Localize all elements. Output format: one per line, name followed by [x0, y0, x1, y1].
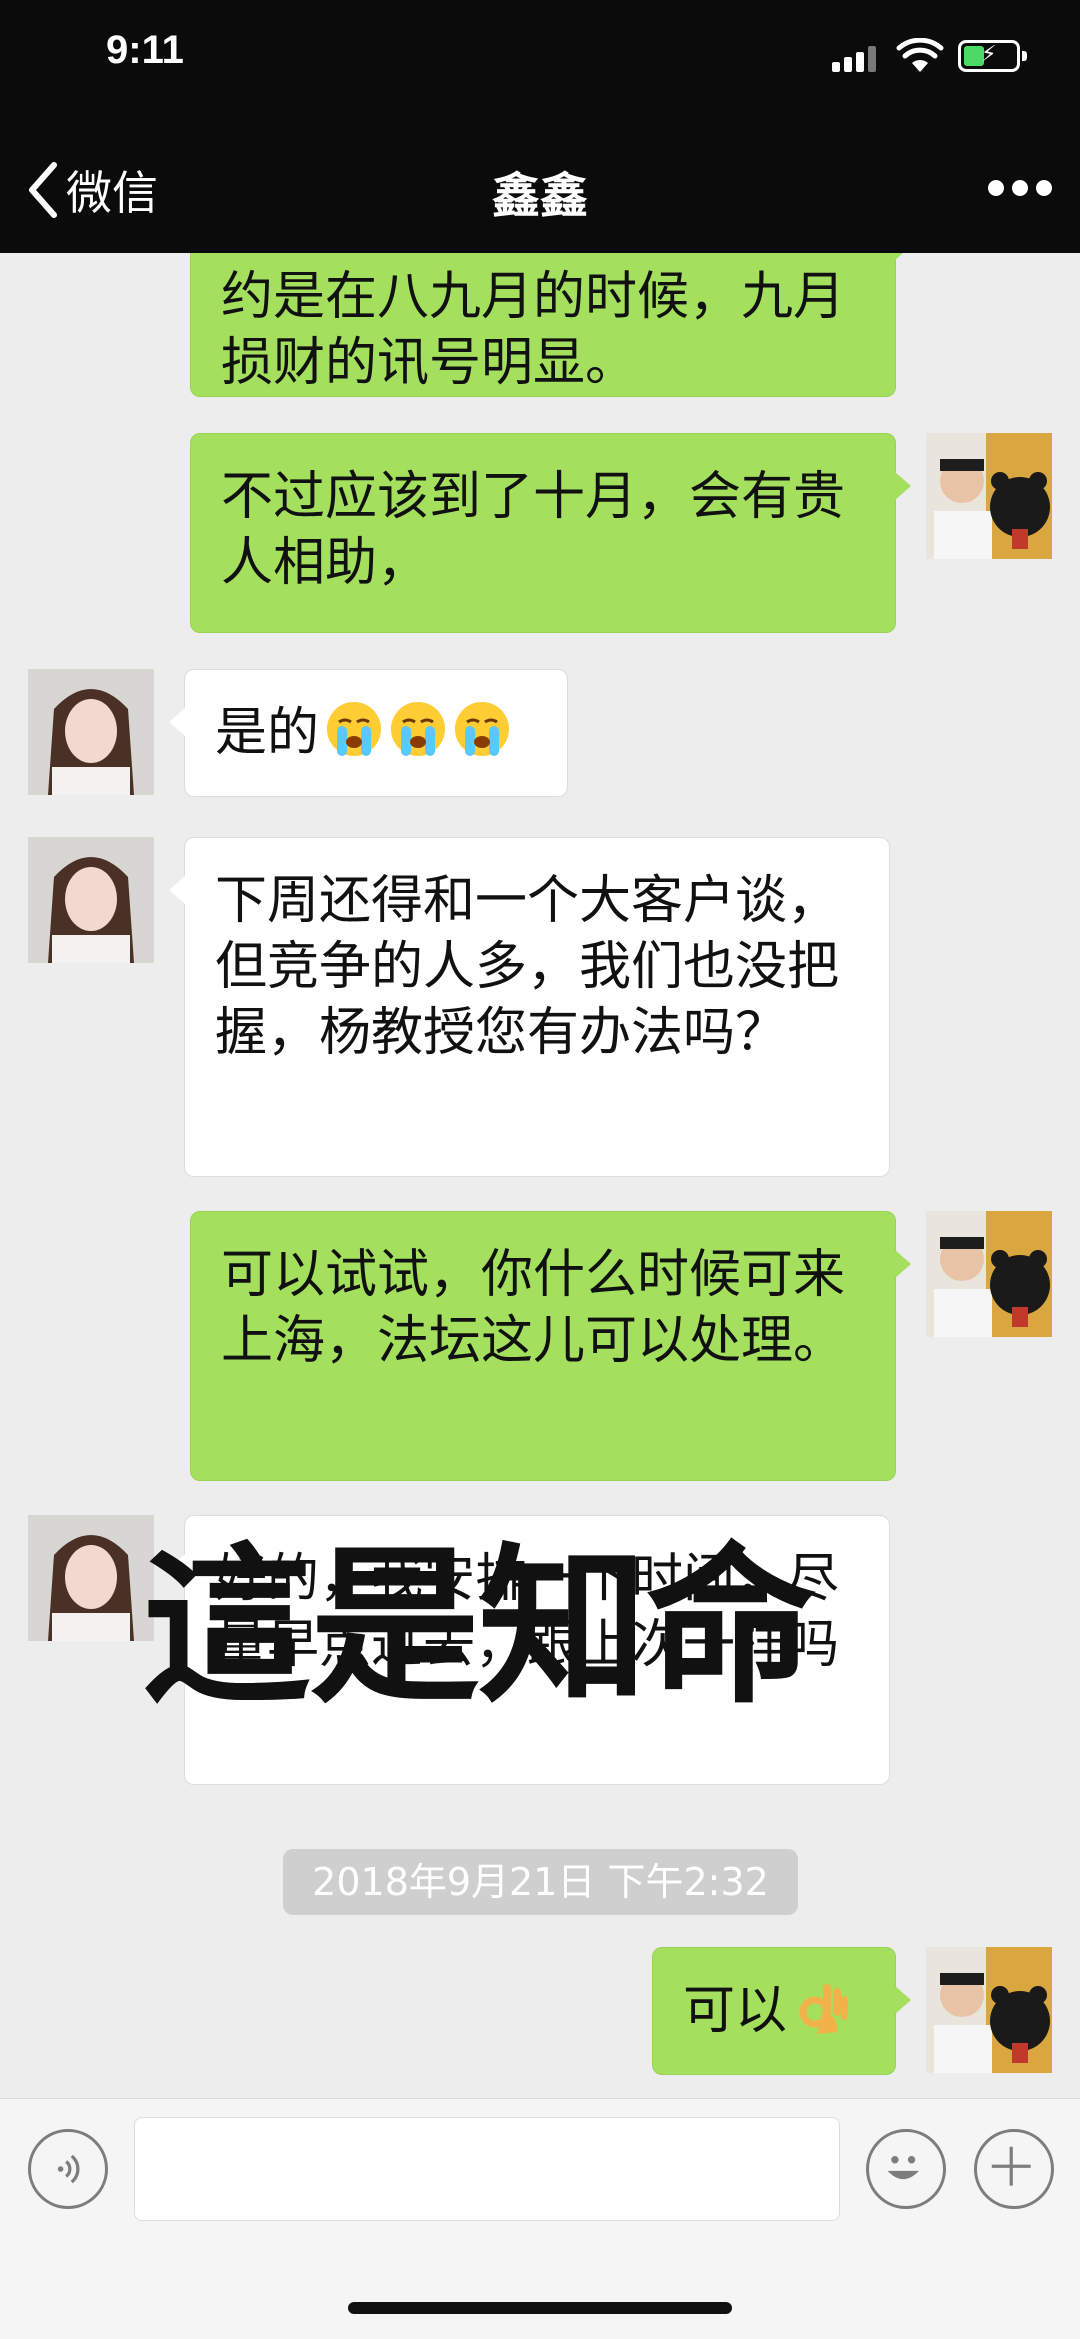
- my-avatar[interactable]: [926, 1947, 1052, 2073]
- voice-icon[interactable]: [28, 2129, 108, 2209]
- message-text: 可以: [683, 1981, 788, 2041]
- message-input[interactable]: [134, 2117, 840, 2221]
- cellular-signal-icon: [832, 46, 878, 72]
- message-text: 可以试试，你什么时候可来上海，法坛这儿可以处理。: [221, 1245, 846, 1371]
- message-bubble-sent[interactable]: 可以: [652, 1947, 911, 2075]
- contact-avatar[interactable]: [28, 669, 154, 795]
- crying-face-emoji: [455, 702, 510, 756]
- crying-face-emoji: [391, 702, 446, 756]
- ok-hand-emoji: [799, 1984, 849, 2034]
- chat-area[interactable]: 约是在八九月的时候，九月损财的讯号明显。 不过应该到了十月，会有贵人相助， 是的…: [0, 253, 1080, 2098]
- chat-title: 鑫鑫: [491, 168, 588, 224]
- message-bubble-received[interactable]: 是的: [169, 669, 568, 797]
- message-bubble-sent[interactable]: 不过应该到了十月，会有贵人相助，: [190, 433, 911, 633]
- message-timestamp: 2018年9月21日 下午2:32: [283, 1849, 798, 1915]
- crying-face-emoji: [327, 702, 382, 756]
- my-avatar[interactable]: [926, 1211, 1052, 1337]
- wifi-icon: [896, 38, 944, 72]
- more-options-icon[interactable]: [988, 176, 1052, 200]
- battery-charging-icon: ⚡: [958, 40, 1027, 72]
- contact-avatar[interactable]: [28, 837, 154, 963]
- overlay-caption: 這是知命: [142, 1529, 816, 1727]
- message-bubble-sent[interactable]: 约是在八九月的时候，九月损财的讯号明显。: [190, 253, 911, 397]
- top-bar: 9:11 ⚡ 微信 鑫鑫: [0, 0, 1080, 253]
- message-text: 是的: [215, 703, 320, 763]
- message-bubble-received[interactable]: 下周还得和一个大客户谈，但竞争的人多，我们也没把握，杨教授您有办法吗？: [169, 837, 890, 1177]
- home-indicator: [348, 2302, 732, 2314]
- contact-avatar[interactable]: [28, 1515, 154, 1641]
- smiley-icon[interactable]: [866, 2129, 946, 2209]
- message-text: 下周还得和一个大客户谈，但竞争的人多，我们也没把握，杨教授您有办法吗？: [215, 871, 840, 1063]
- message-text: 不过应该到了十月，会有贵人相助，: [221, 467, 846, 593]
- my-avatar[interactable]: [926, 433, 1052, 559]
- message-text: 约是在八九月的时候，九月损财的讯号明显。: [221, 267, 846, 393]
- plus-icon[interactable]: [974, 2129, 1054, 2209]
- message-bubble-sent[interactable]: 可以试试，你什么时候可来上海，法坛这儿可以处理。: [190, 1211, 911, 1481]
- status-time: 9:11: [106, 28, 184, 72]
